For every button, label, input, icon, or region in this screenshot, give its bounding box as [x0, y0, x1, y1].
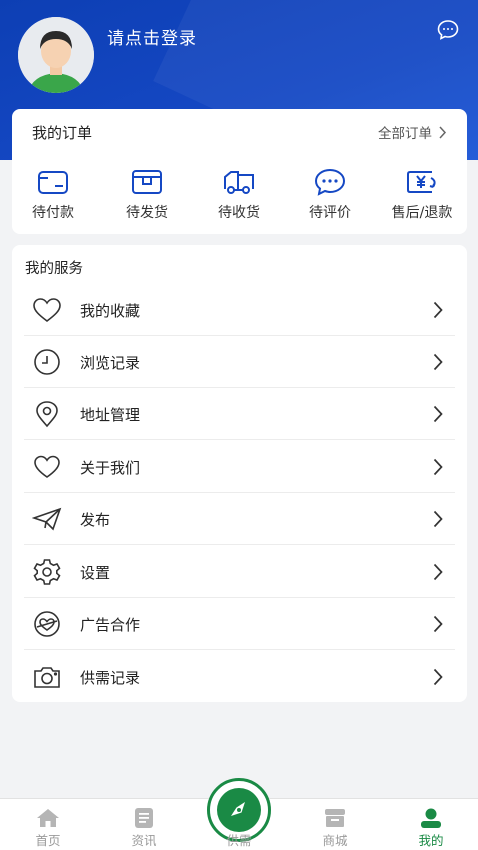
- user-icon: [418, 807, 444, 829]
- refund-icon: [407, 171, 436, 193]
- gear-icon: [32, 558, 62, 586]
- chevron-right-icon: [433, 405, 443, 423]
- message-icon[interactable]: [436, 18, 460, 42]
- service-label: 我的收藏: [80, 302, 141, 320]
- chevron-right-icon: [433, 301, 443, 319]
- tab-label: 资讯: [131, 833, 157, 848]
- orders-title: 我的订单: [32, 124, 93, 142]
- tab-label: 我的: [418, 833, 444, 848]
- package-icon: [132, 170, 162, 194]
- login-prompt[interactable]: 请点击登录: [107, 24, 197, 49]
- avatar[interactable]: [18, 17, 94, 93]
- order-label: 售后/退款: [391, 205, 453, 221]
- service-label: 设置: [80, 564, 111, 582]
- clock-icon: [32, 348, 62, 376]
- order-after-sales[interactable]: 售后/退款: [384, 167, 460, 222]
- comment-icon: [314, 168, 346, 196]
- shop-icon: [322, 807, 348, 829]
- service-label: 广告合作: [80, 616, 141, 634]
- chevron-right-icon: [433, 458, 443, 476]
- services-card: 我的服务 我的收藏 浏览记录 地址管理 关于我们 发布 设置 广告合作 供需记录: [12, 245, 467, 702]
- service-about[interactable]: 关于我们: [24, 441, 455, 493]
- orders-card: 我的订单 全部订单 待付款 待发货 待收货 待评价 售后/退款: [12, 109, 467, 234]
- all-orders-link[interactable]: 全部订单: [378, 122, 447, 142]
- service-label: 供需记录: [80, 669, 141, 687]
- heart-icon: [32, 296, 62, 324]
- all-orders-label: 全部订单: [378, 126, 432, 142]
- ad-badge-icon: [32, 610, 62, 638]
- order-pending-receipt[interactable]: 待收货: [201, 167, 277, 222]
- paper-plane-icon: [32, 505, 62, 533]
- chevron-right-icon: [439, 125, 447, 139]
- tab-home[interactable]: 首页: [0, 799, 96, 850]
- service-label: 关于我们: [80, 459, 141, 477]
- service-label: 发布: [80, 511, 111, 529]
- service-label: 地址管理: [80, 406, 141, 424]
- order-label: 待收货: [218, 205, 260, 221]
- tab-label: 商城: [322, 833, 348, 848]
- service-address[interactable]: 地址管理: [24, 388, 455, 440]
- chevron-right-icon: [433, 563, 443, 581]
- order-pending-review[interactable]: 待评价: [292, 167, 368, 222]
- service-publish[interactable]: 发布: [24, 493, 455, 545]
- home-icon: [35, 807, 61, 829]
- service-ad-cooperation[interactable]: 广告合作: [24, 598, 455, 650]
- chevron-right-icon: [433, 615, 443, 633]
- tab-mall[interactable]: 商城: [287, 799, 383, 850]
- chevron-right-icon: [433, 668, 443, 686]
- order-label: 待付款: [32, 205, 74, 221]
- order-pending-shipment[interactable]: 待发货: [109, 167, 185, 222]
- location-pin-icon: [32, 400, 62, 428]
- order-pending-payment[interactable]: 待付款: [15, 167, 91, 222]
- chevron-right-icon: [433, 510, 443, 528]
- tab-label: 首页: [35, 833, 61, 848]
- order-label: 待评价: [309, 205, 351, 221]
- service-history[interactable]: 浏览记录: [24, 336, 455, 388]
- service-supply-demand-records[interactable]: 供需记录: [24, 651, 455, 703]
- compass-icon: [217, 788, 261, 832]
- chevron-right-icon: [433, 353, 443, 371]
- truck-icon: [224, 171, 254, 194]
- news-icon: [131, 807, 157, 829]
- order-label: 待发货: [126, 205, 168, 221]
- service-settings[interactable]: 设置: [24, 546, 455, 598]
- wallet-icon: [38, 171, 68, 194]
- tab-label-supply-demand[interactable]: 供需: [207, 830, 271, 849]
- camera-icon: [32, 663, 62, 691]
- services-title: 我的服务: [25, 261, 83, 277]
- service-favorites[interactable]: 我的收藏: [24, 284, 455, 336]
- tab-mine[interactable]: 我的: [383, 799, 478, 850]
- heart-outline-icon: [32, 453, 62, 481]
- tab-news[interactable]: 资讯: [96, 799, 192, 850]
- service-label: 浏览记录: [80, 354, 141, 372]
